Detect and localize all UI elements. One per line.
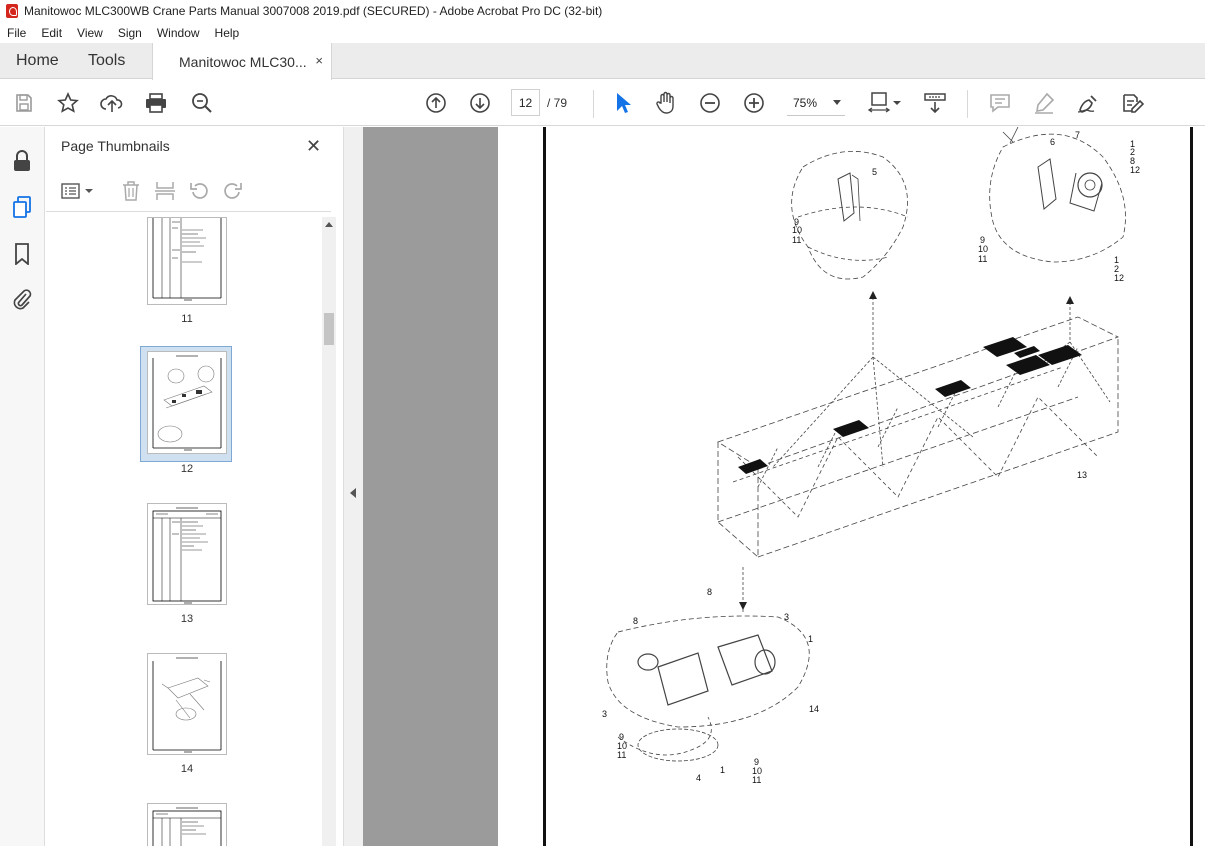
callout-label: 13 [1077, 470, 1087, 480]
callout-label: 10 [978, 244, 988, 254]
callout-label: 11 [752, 775, 761, 785]
close-tab-icon[interactable]: × [315, 53, 323, 68]
callout-label: 1 [808, 634, 813, 644]
panel-title: Page Thumbnails [61, 138, 170, 154]
page-thumbnails-icon[interactable] [11, 195, 33, 219]
menu-bar: File Edit View Sign Window Help [0, 22, 1205, 43]
callout-label: 8 [633, 616, 638, 626]
thumbnail-label: 13 [180, 613, 194, 625]
thumbnail-page-11[interactable] [147, 217, 227, 305]
thumbnail-page-12[interactable] [147, 351, 227, 454]
callout-label: 12 [1114, 273, 1124, 283]
toolbar-divider [967, 90, 968, 118]
options-menu-icon[interactable] [60, 181, 96, 201]
thumbnail-scrollbar[interactable] [322, 217, 336, 846]
page-fit-icon[interactable] [867, 91, 903, 115]
zoom-search-icon[interactable] [190, 91, 214, 115]
menu-window[interactable]: Window [150, 26, 208, 40]
zoom-level-select[interactable]: 75% [787, 90, 845, 116]
document-viewer[interactable]: 5 9 10 11 6 7 1 2 8 12 9 10 11 1 2 12 13… [363, 127, 1205, 846]
next-page-icon[interactable] [468, 91, 492, 115]
menu-sign[interactable]: Sign [111, 26, 150, 40]
bookmark-star-icon[interactable] [56, 91, 80, 115]
sign-pen-icon[interactable] [1076, 91, 1100, 115]
thumbnail-page-15[interactable] [147, 803, 227, 846]
scroll-up-icon[interactable] [325, 221, 333, 227]
crane-boom-parts-diagram: 5 9 10 11 6 7 1 2 8 12 9 10 11 1 2 12 13… [602, 127, 1140, 785]
tab-bar: Home Tools Manitowoc MLC30... × [0, 43, 1205, 80]
callout-label: 10 [792, 225, 802, 235]
pdf-page: 5 9 10 11 6 7 1 2 8 12 9 10 11 1 2 12 13… [498, 127, 1205, 846]
previous-page-icon[interactable] [424, 91, 448, 115]
paperclip-icon[interactable] [11, 287, 33, 311]
thumbnail-toolbar [46, 170, 331, 212]
thumbnail-label: 11 [181, 313, 193, 325]
upload-cloud-icon[interactable] [100, 91, 124, 115]
callout-label: 4 [696, 773, 701, 783]
collapse-arrow-icon [350, 488, 356, 498]
menu-help[interactable]: Help [208, 26, 248, 40]
scroll-mode-icon[interactable] [923, 91, 947, 115]
callout-label: 11 [792, 235, 801, 245]
menu-edit[interactable]: Edit [34, 26, 70, 40]
page-number-input[interactable]: 12 [511, 89, 540, 116]
insert-page-icon[interactable] [154, 180, 176, 202]
zoom-in-icon[interactable] [742, 91, 766, 115]
thumbnail-page-13[interactable] [147, 503, 227, 605]
menu-view[interactable]: View [70, 26, 111, 40]
callout-label: 7 [1075, 130, 1080, 140]
bookmark-icon[interactable] [11, 242, 33, 266]
chevron-down-icon [833, 100, 841, 105]
callout-label: 11 [978, 254, 987, 264]
callout-label: 12 [1130, 165, 1140, 175]
select-cursor-icon[interactable] [611, 91, 635, 115]
lock-icon[interactable] [11, 149, 33, 173]
edit-document-icon[interactable] [1120, 91, 1144, 115]
callout-label: 3 [602, 709, 607, 719]
tab-document-label: Manitowoc MLC30... [179, 53, 307, 70]
callout-label: 8 [707, 587, 712, 597]
menu-file[interactable]: File [0, 26, 34, 40]
zoom-level-value: 75% [793, 95, 818, 110]
rotate-left-icon[interactable] [188, 180, 210, 202]
highlight-pen-icon[interactable] [1032, 91, 1056, 115]
scrollbar-thumb[interactable] [324, 313, 334, 345]
window-title: Manitowoc MLC300WB Crane Parts Manual 30… [24, 4, 603, 18]
page-total: / 79 [547, 96, 568, 110]
zoom-out-icon[interactable] [698, 91, 722, 115]
toolbar-divider [593, 90, 594, 118]
thumbnail-list: 11 12 13 14 [46, 217, 321, 846]
delete-page-icon[interactable] [120, 180, 142, 202]
callout-label: 11 [617, 750, 626, 760]
comment-icon[interactable] [988, 91, 1012, 115]
page-thumbnails-panel: Page Thumbnails ✕ 11 12 13 14 [46, 127, 344, 846]
callout-label: 6 [1050, 137, 1055, 147]
thumbnail-label: 12 [180, 463, 194, 475]
tab-tools[interactable]: Tools [88, 43, 125, 79]
tab-document[interactable]: Manitowoc MLC30... × [152, 43, 332, 80]
acrobat-icon [6, 4, 18, 18]
panel-collapse-handle[interactable] [344, 127, 363, 846]
left-nav-rail [0, 127, 45, 846]
main-toolbar [0, 80, 1205, 126]
title-bar: Manitowoc MLC300WB Crane Parts Manual 30… [0, 0, 1205, 22]
hand-tool-icon[interactable] [654, 91, 678, 115]
thumbnail-page-14[interactable] [147, 653, 227, 755]
callout-label: 14 [809, 704, 819, 714]
callout-label: 3 [784, 612, 789, 622]
callout-label: 5 [872, 167, 877, 177]
tab-home[interactable]: Home [16, 43, 59, 79]
print-icon[interactable] [144, 91, 168, 115]
close-panel-icon[interactable]: ✕ [306, 136, 321, 157]
rotate-right-icon[interactable] [222, 180, 244, 202]
callout-label: 1 [720, 765, 725, 775]
save-icon[interactable] [12, 91, 36, 115]
thumbnail-label: 14 [180, 763, 194, 775]
